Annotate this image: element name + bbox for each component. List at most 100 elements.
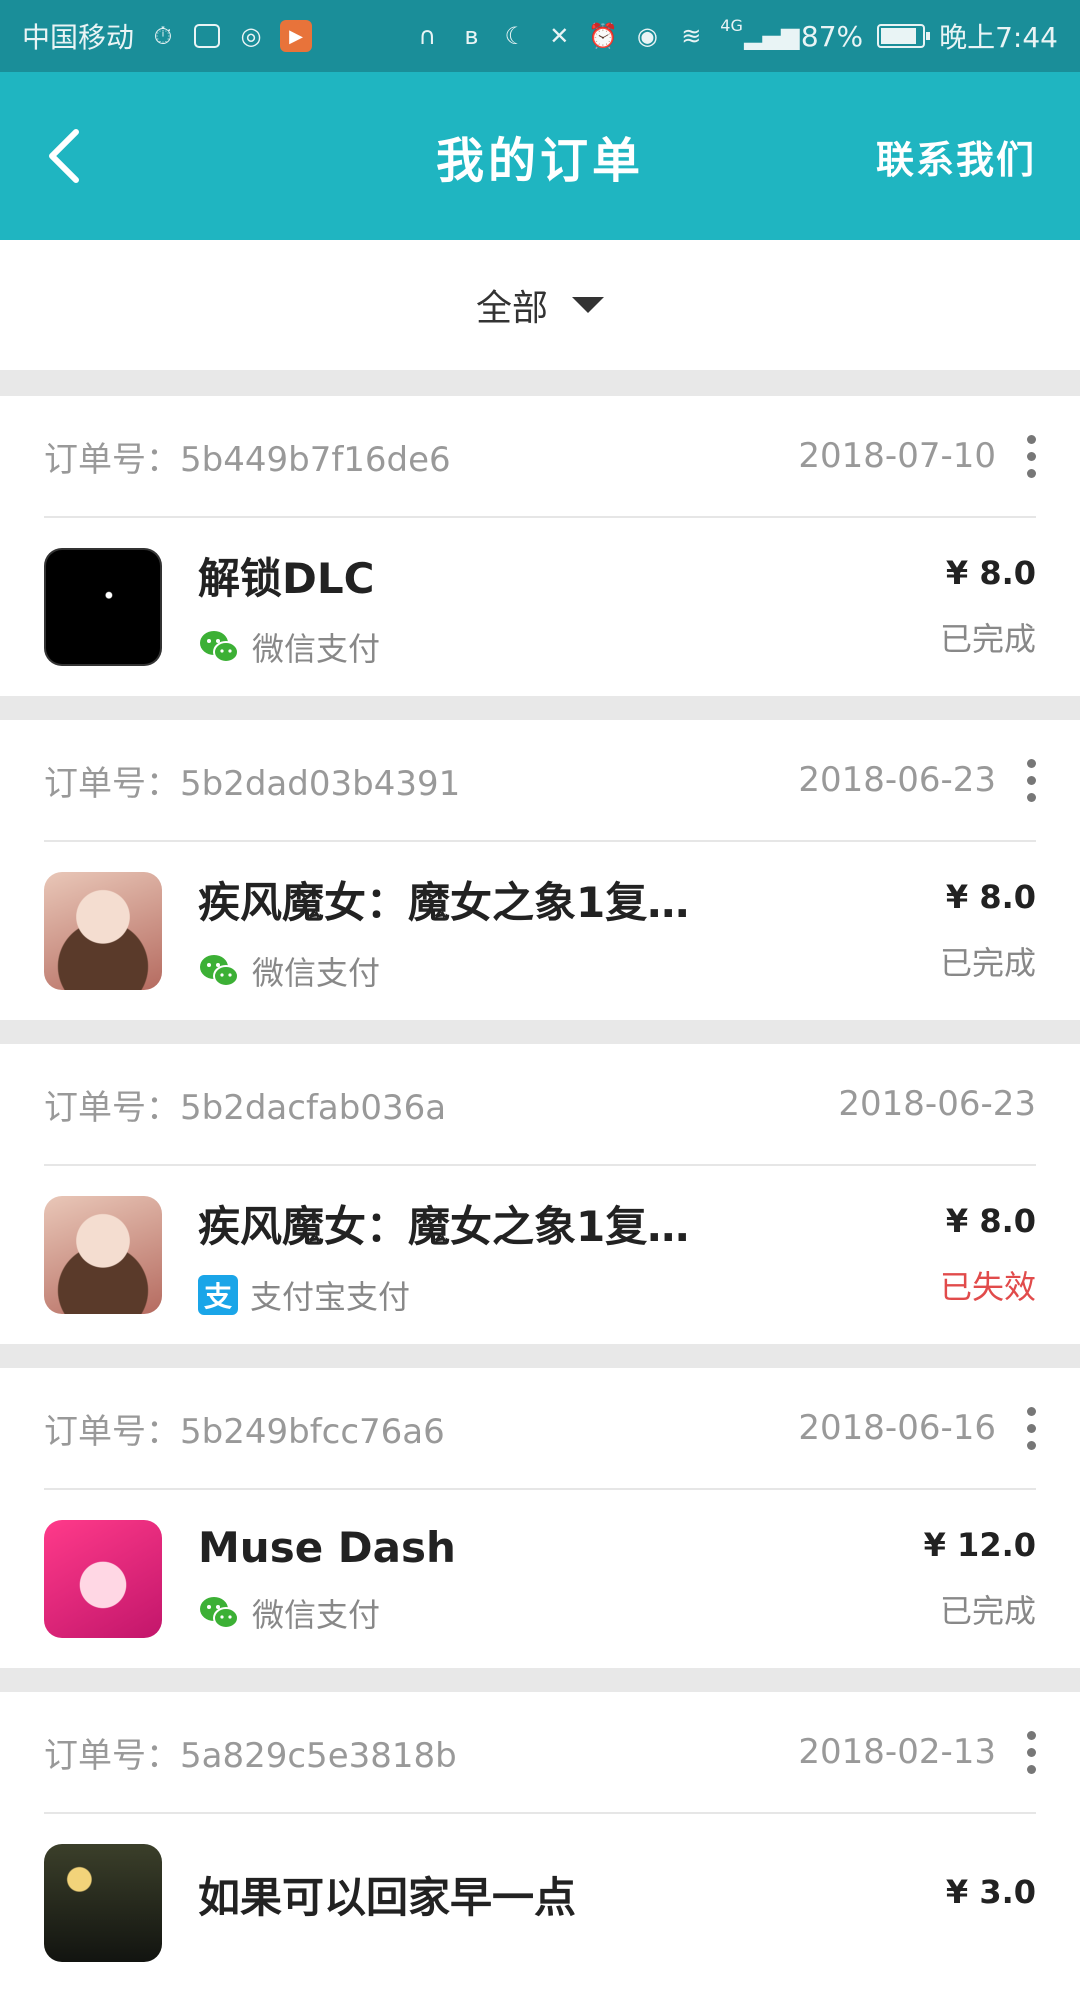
order-number: 订单号：5b2dad03b4391 (44, 756, 460, 805)
contact-us-button[interactable]: 联系我们 (876, 129, 1036, 184)
order-amount-status: ¥ 3.0 (946, 1873, 1036, 1933)
order-header-right: 2018-07-10 (798, 434, 1036, 478)
order-price: ¥ 3.0 (945, 1873, 1036, 1911)
order-date: 2018-06-16 (798, 1408, 996, 1448)
order-number-value: 5b449b7f16de6 (180, 439, 451, 480)
order-status: 已完成 (939, 1592, 1036, 1630)
order-status: 已完成 (939, 620, 1036, 658)
status-left: 中国移动 ⏱ ◎ ▶ (22, 16, 313, 56)
order-header: 订单号：5b2dad03b4391 2018-06-23 (44, 720, 1036, 842)
eye-icon: ◉ (636, 22, 658, 50)
order-info: 如果可以回家早一点 (198, 1864, 946, 1943)
order-number-value: 5b2dad03b4391 (180, 763, 461, 804)
wechat-pay-icon (198, 951, 240, 991)
order-number: 订单号：5b249bfcc76a6 (44, 1404, 445, 1453)
more-options-icon[interactable] (1026, 1730, 1036, 1774)
order-status: 已完成 (939, 944, 1036, 982)
order-number-prefix: 订单号： (44, 1087, 180, 1128)
battery-icon (877, 24, 931, 48)
order-body: Muse Dash 微信支付 ¥ 12.0 已完成 (44, 1490, 1036, 1668)
order-header: 订单号：5b449b7f16de6 2018-07-10 (44, 396, 1036, 518)
clock: 晚上7:44 (939, 21, 1058, 54)
order-body: 如果可以回家早一点 ¥ 3.0 (44, 1814, 1036, 1992)
mute-icon: ✕ (549, 22, 570, 50)
order-amount-status: ¥ 8.0 已失效 (940, 1202, 1036, 1308)
order-price: ¥ 12.0 (923, 1526, 1036, 1564)
order-info: 疾风魔女：魔女之象1复… 微信支付 (198, 869, 940, 994)
order-date: 2018-07-10 (798, 436, 996, 476)
alarm-icon: ⏰ (588, 22, 619, 50)
order-price: ¥ 8.0 (945, 554, 1036, 592)
status-bar: 中国移动 ⏱ ◎ ▶ ∩ ʙ ☾ ✕ ⏰ ◉ ≋ 4G ▂▄▆ 87% 晚上7:… (0, 0, 1080, 72)
order-number: 订单号：5a829c5e3818b (44, 1728, 457, 1777)
payment-label: 支付宝支付 (250, 1277, 411, 1316)
order-amount-status: ¥ 12.0 已完成 (924, 1526, 1036, 1632)
order-card[interactable]: 订单号：5b449b7f16de6 2018-07-10 解锁DLC 微信支付 … (0, 396, 1080, 696)
product-name: Muse Dash (198, 1522, 456, 1572)
order-date: 2018-06-23 (838, 1084, 1036, 1124)
witch-girl-icon (44, 1196, 162, 1314)
order-info: Muse Dash 微信支付 (198, 1523, 924, 1636)
order-number-prefix: 订单号： (44, 763, 180, 804)
timer-icon: ⏱ (153, 22, 173, 50)
bluetooth-icon: ʙ (464, 22, 479, 50)
order-number-value: 5b2dacfab036a (180, 1087, 447, 1128)
filter-dropdown[interactable]: 全部 (0, 240, 1080, 370)
payment-label: 微信支付 (252, 629, 381, 668)
caret-down-icon (572, 297, 604, 313)
order-status: 已失效 (939, 1268, 1036, 1306)
order-amount-status: ¥ 8.0 已完成 (940, 878, 1036, 984)
night-scene-icon (44, 1844, 162, 1962)
payment-method: 支 支付宝支付 (198, 1272, 940, 1318)
order-body: 疾风魔女：魔女之象1复… 微信支付 ¥ 8.0 已完成 (44, 842, 1036, 1020)
muse-dash-icon (44, 1520, 162, 1638)
order-number-prefix: 订单号： (44, 1411, 180, 1452)
witch-girl-icon (44, 872, 162, 990)
wechat-pay-icon (198, 627, 240, 667)
wechat-pay-icon (198, 1593, 240, 1633)
order-number-value: 5b249bfcc76a6 (180, 1411, 445, 1452)
sync-icon: ◎ (240, 22, 262, 50)
order-number: 订单号：5b449b7f16de6 (44, 432, 451, 481)
order-price: ¥ 8.0 (945, 878, 1036, 916)
moon-icon: ☾ (504, 22, 527, 50)
payment-method: 微信支付 (198, 1590, 924, 1636)
alipay-icon: 支 (198, 1274, 238, 1315)
carrier-label: 中国移动 (22, 21, 135, 54)
order-card[interactable]: 订单号：5a829c5e3818b 2018-02-13 如果可以回家早一点 ¥… (0, 1692, 1080, 1992)
payment-label: 微信支付 (252, 1595, 381, 1634)
order-number: 订单号：5b2dacfab036a (44, 1080, 446, 1129)
order-date: 2018-06-23 (798, 760, 996, 800)
dark-character-icon (44, 548, 162, 666)
order-price: ¥ 8.0 (945, 1202, 1036, 1240)
more-options-icon[interactable] (1026, 758, 1036, 802)
order-number-prefix: 订单号： (44, 439, 180, 480)
order-header-right: 2018-06-16 (798, 1406, 1036, 1450)
order-header-right: 2018-06-23 (838, 1084, 1036, 1124)
order-number-prefix: 订单号： (44, 1735, 180, 1776)
filter-label: 全部 (475, 288, 548, 329)
battery-percent: 87% (800, 19, 864, 53)
more-options-icon[interactable] (1026, 434, 1036, 478)
order-card[interactable]: 订单号：5b2dad03b4391 2018-06-23 疾风魔女：魔女之象1复… (0, 720, 1080, 1020)
order-header: 订单号：5b249bfcc76a6 2018-06-16 (44, 1368, 1036, 1490)
network-label: 4G (720, 16, 743, 35)
payment-label: 微信支付 (252, 953, 381, 992)
order-date: 2018-02-13 (798, 1732, 996, 1772)
order-body: 解锁DLC 微信支付 ¥ 8.0 已完成 (44, 518, 1036, 696)
order-header-right: 2018-02-13 (798, 1730, 1036, 1774)
signal-icon: ▂▄▆ (744, 22, 800, 50)
payment-method: 微信支付 (198, 948, 940, 994)
order-card[interactable]: 订单号：5b249bfcc76a6 2018-06-16 Muse Dash 微… (0, 1368, 1080, 1668)
status-right: ∩ ʙ ☾ ✕ ⏰ ◉ ≋ 4G ▂▄▆ 87% 晚上7:44 (412, 16, 1059, 56)
product-name: 如果可以回家早一点 (198, 1872, 577, 1922)
wifi-icon: ≋ (681, 22, 702, 50)
headphones-icon: ∩ (418, 22, 437, 50)
more-options-icon[interactable] (1026, 1406, 1036, 1450)
order-info: 疾风魔女：魔女之象1复… 支 支付宝支付 (198, 1193, 940, 1318)
product-name: 疾风魔女：魔女之象1复… (198, 877, 690, 927)
order-info: 解锁DLC 微信支付 (198, 545, 940, 670)
product-name: 解锁DLC (198, 553, 375, 603)
order-card[interactable]: 订单号：5b2dacfab036a 2018-06-23 疾风魔女：魔女之象1复… (0, 1044, 1080, 1344)
order-header-right: 2018-06-23 (798, 758, 1036, 802)
